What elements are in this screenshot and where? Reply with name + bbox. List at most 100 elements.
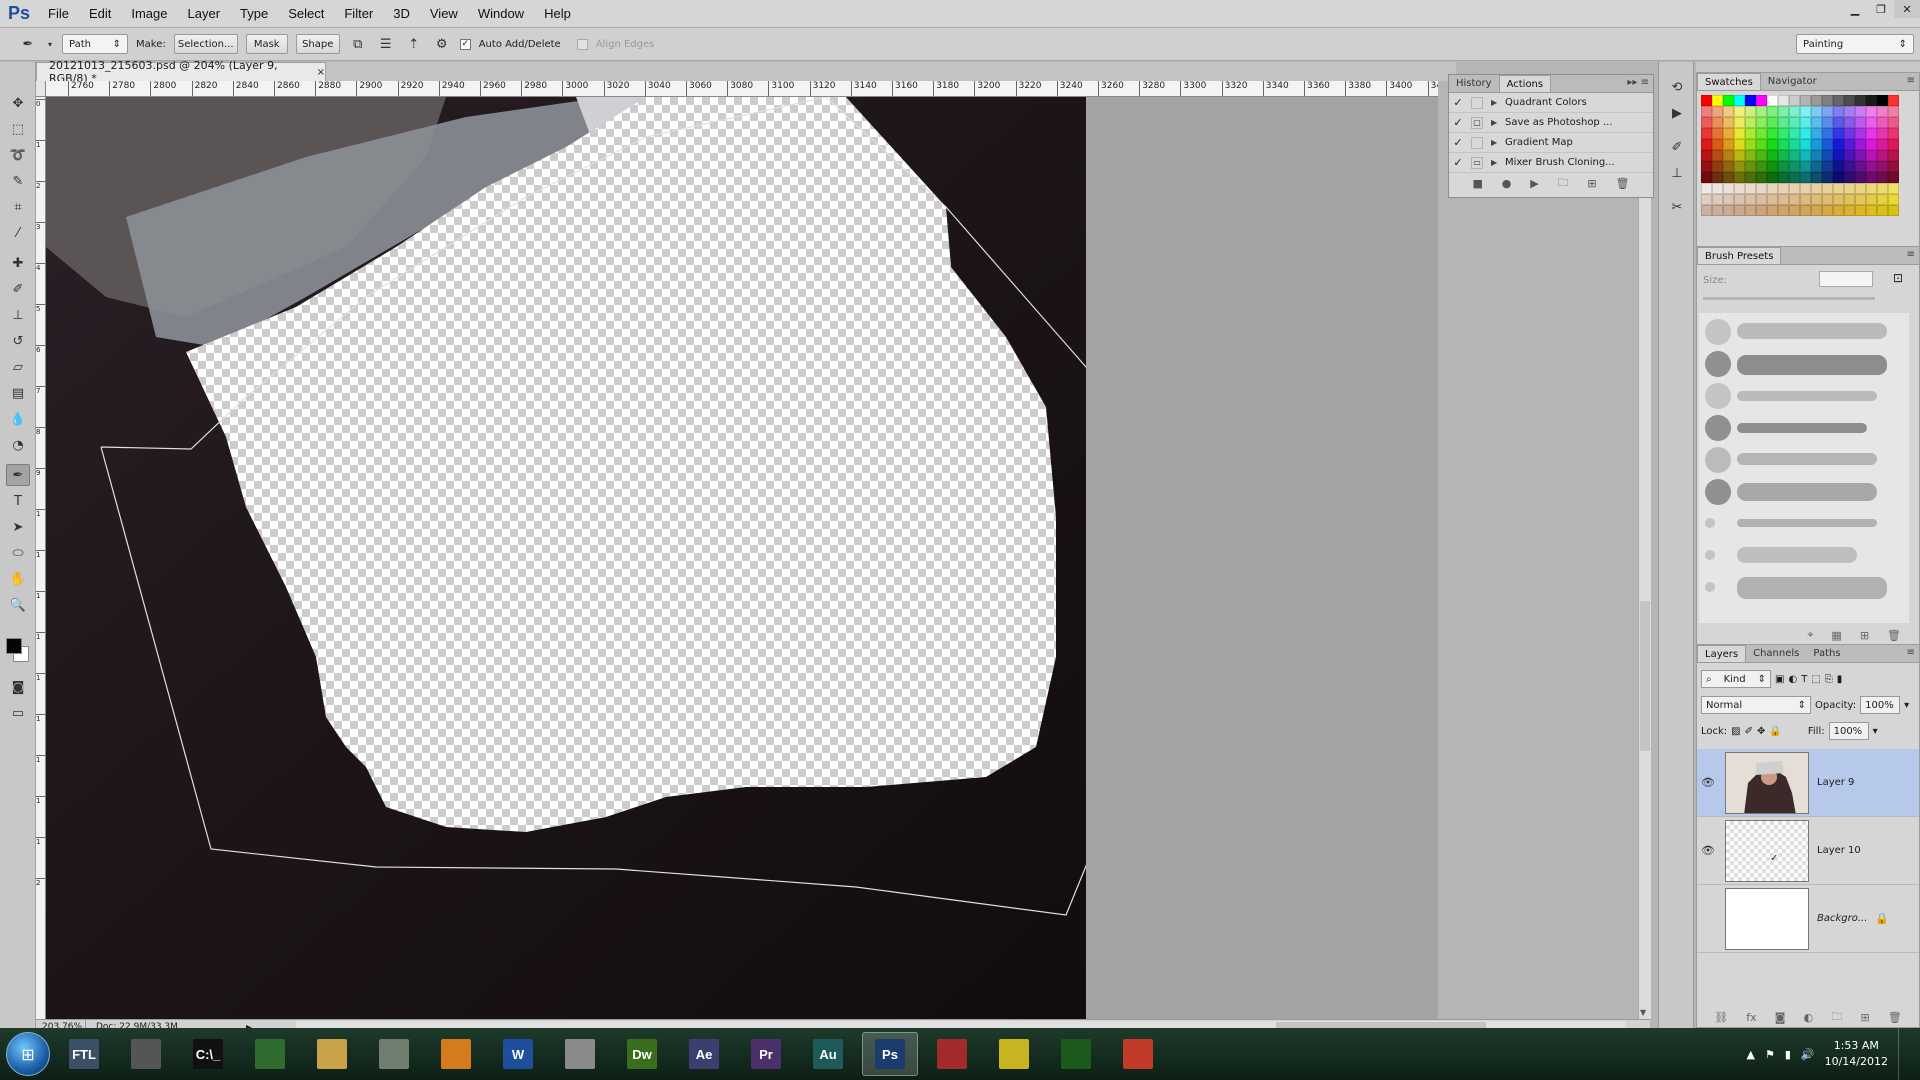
panel-menu-icon[interactable]: ▸▸ ≡ xyxy=(1627,77,1649,88)
color-swatch[interactable] xyxy=(1712,95,1723,106)
color-swatch[interactable] xyxy=(1745,205,1756,216)
color-swatch[interactable] xyxy=(1767,205,1778,216)
chevron-down-icon[interactable]: ▾ xyxy=(1873,726,1878,737)
panel-menu-icon[interactable]: ≡ xyxy=(1907,75,1915,86)
add-mask-icon[interactable]: ◙ xyxy=(1775,1011,1786,1024)
taskbar-app[interactable]: Au xyxy=(800,1032,856,1076)
color-swatch[interactable] xyxy=(1734,117,1745,128)
trash-icon[interactable]: 🗑 xyxy=(1887,629,1901,642)
lock-transparent-icon[interactable]: ▨ xyxy=(1731,726,1740,737)
color-swatch[interactable] xyxy=(1800,139,1811,150)
color-swatch[interactable] xyxy=(1811,128,1822,139)
taskbar-app[interactable] xyxy=(924,1032,980,1076)
menu-view[interactable]: View xyxy=(420,0,468,28)
color-swatch[interactable] xyxy=(1822,194,1833,205)
lock-image-icon[interactable]: ✐ xyxy=(1745,726,1753,737)
color-swatch[interactable] xyxy=(1778,139,1789,150)
color-swatch[interactable] xyxy=(1822,106,1833,117)
color-swatch[interactable] xyxy=(1756,95,1767,106)
color-swatch[interactable] xyxy=(1701,117,1712,128)
color-swatch[interactable] xyxy=(1888,150,1899,161)
taskbar-app[interactable] xyxy=(242,1032,298,1076)
color-swatch[interactable] xyxy=(1811,139,1822,150)
color-swatch[interactable] xyxy=(1877,106,1888,117)
color-swatch[interactable] xyxy=(1734,95,1745,106)
color-swatch[interactable] xyxy=(1800,172,1811,183)
color-swatch[interactable] xyxy=(1822,150,1833,161)
document-tab[interactable]: 20121013_215603.psd @ 204% (Layer 9, RGB… xyxy=(36,59,326,85)
color-swatch[interactable] xyxy=(1866,95,1877,106)
action-row[interactable]: ✓ ▶ Gradient Map xyxy=(1449,133,1653,153)
color-swatch[interactable] xyxy=(1712,117,1723,128)
color-swatch[interactable] xyxy=(1712,106,1723,117)
color-swatch[interactable] xyxy=(1712,183,1723,194)
selection-button[interactable]: Selection... xyxy=(173,34,238,54)
fx-icon[interactable]: fx xyxy=(1746,1011,1756,1024)
color-swatch[interactable] xyxy=(1811,205,1822,216)
color-swatch[interactable] xyxy=(1866,139,1877,150)
color-swatch[interactable] xyxy=(1866,106,1877,117)
color-swatch[interactable] xyxy=(1833,95,1844,106)
horizontal-ruler[interactable]: 2760 2780 2800 2820 2840 2860 2880 2900 2920 2940… xyxy=(46,81,1438,97)
clone-stamp-tool-icon[interactable]: ⊥ xyxy=(6,304,30,326)
color-swatch[interactable] xyxy=(1767,128,1778,139)
color-swatch[interactable] xyxy=(1855,161,1866,172)
color-swatch[interactable] xyxy=(1745,106,1756,117)
auto-add-delete-checkbox[interactable]: ✓ xyxy=(459,38,471,50)
color-swatch[interactable] xyxy=(1866,128,1877,139)
color-swatch[interactable] xyxy=(1888,194,1899,205)
color-swatch[interactable] xyxy=(1767,161,1778,172)
color-swatch[interactable] xyxy=(1734,183,1745,194)
color-swatch[interactable] xyxy=(1756,183,1767,194)
color-swatch[interactable] xyxy=(1844,95,1855,106)
menu-3d[interactable]: 3D xyxy=(383,0,420,28)
type-tool-icon[interactable]: T xyxy=(6,490,30,512)
color-swatch[interactable] xyxy=(1833,106,1844,117)
record-icon[interactable]: ● xyxy=(1502,177,1512,190)
color-swatch[interactable] xyxy=(1723,106,1734,117)
tab-swatches[interactable]: Swatches xyxy=(1697,73,1761,90)
color-swatch[interactable] xyxy=(1877,183,1888,194)
image-filter-icon[interactable]: ▣ xyxy=(1775,674,1784,685)
color-swatch[interactable] xyxy=(1789,150,1800,161)
color-swatch[interactable] xyxy=(1844,150,1855,161)
eyedropper-tool-icon[interactable]: ⁄ xyxy=(6,222,30,244)
tab-layers[interactable]: Layers xyxy=(1697,645,1747,662)
color-swatch[interactable] xyxy=(1734,128,1745,139)
color-swatch[interactable] xyxy=(1734,194,1745,205)
color-swatch[interactable] xyxy=(1723,139,1734,150)
dialog-toggle[interactable]: ▢ xyxy=(1471,116,1483,129)
color-swatch[interactable] xyxy=(1800,150,1811,161)
network-status-icon[interactable]: ⚑ xyxy=(1765,1048,1775,1061)
color-swatch[interactable] xyxy=(1756,172,1767,183)
color-swatch[interactable] xyxy=(1833,172,1844,183)
dialog-toggle[interactable]: ▭ xyxy=(1471,156,1483,169)
trash-icon[interactable]: 🗑 xyxy=(1888,1011,1902,1024)
color-swatch[interactable] xyxy=(1866,205,1877,216)
color-swatch[interactable] xyxy=(1833,128,1844,139)
layer-row[interactable]: Backgro... 🔒 xyxy=(1697,885,1919,953)
menu-edit[interactable]: Edit xyxy=(79,0,121,28)
color-swatch[interactable] xyxy=(1844,161,1855,172)
color-swatch[interactable] xyxy=(1800,183,1811,194)
taskbar-app[interactable] xyxy=(366,1032,422,1076)
quick-selection-tool-icon[interactable]: ✎ xyxy=(6,170,30,192)
lock-position-icon[interactable]: ✥ xyxy=(1757,726,1765,737)
new-action-icon[interactable]: ⊞ xyxy=(1587,177,1596,190)
action-row[interactable]: ✓ ▭ ▶ Mixer Brush Cloning... xyxy=(1449,153,1653,173)
path-mode-select[interactable]: Path ⇕ xyxy=(62,34,128,54)
color-swatch[interactable] xyxy=(1767,117,1778,128)
color-swatch[interactable] xyxy=(1734,106,1745,117)
color-swatch[interactable] xyxy=(1877,194,1888,205)
fill-input[interactable]: 100% xyxy=(1828,722,1869,740)
blend-mode-select[interactable]: Normal ⇕ xyxy=(1701,696,1811,714)
color-swatch[interactable] xyxy=(1866,172,1877,183)
tab-history[interactable]: History xyxy=(1449,75,1499,92)
adjustment-layer-icon[interactable]: ◐ xyxy=(1804,1011,1814,1024)
layer-name[interactable]: Layer 10 xyxy=(1817,845,1861,856)
color-swatch[interactable] xyxy=(1778,194,1789,205)
color-swatch[interactable] xyxy=(1723,128,1734,139)
color-swatch[interactable] xyxy=(1822,205,1833,216)
color-swatch[interactable] xyxy=(1844,139,1855,150)
color-swatch[interactable] xyxy=(1767,95,1778,106)
